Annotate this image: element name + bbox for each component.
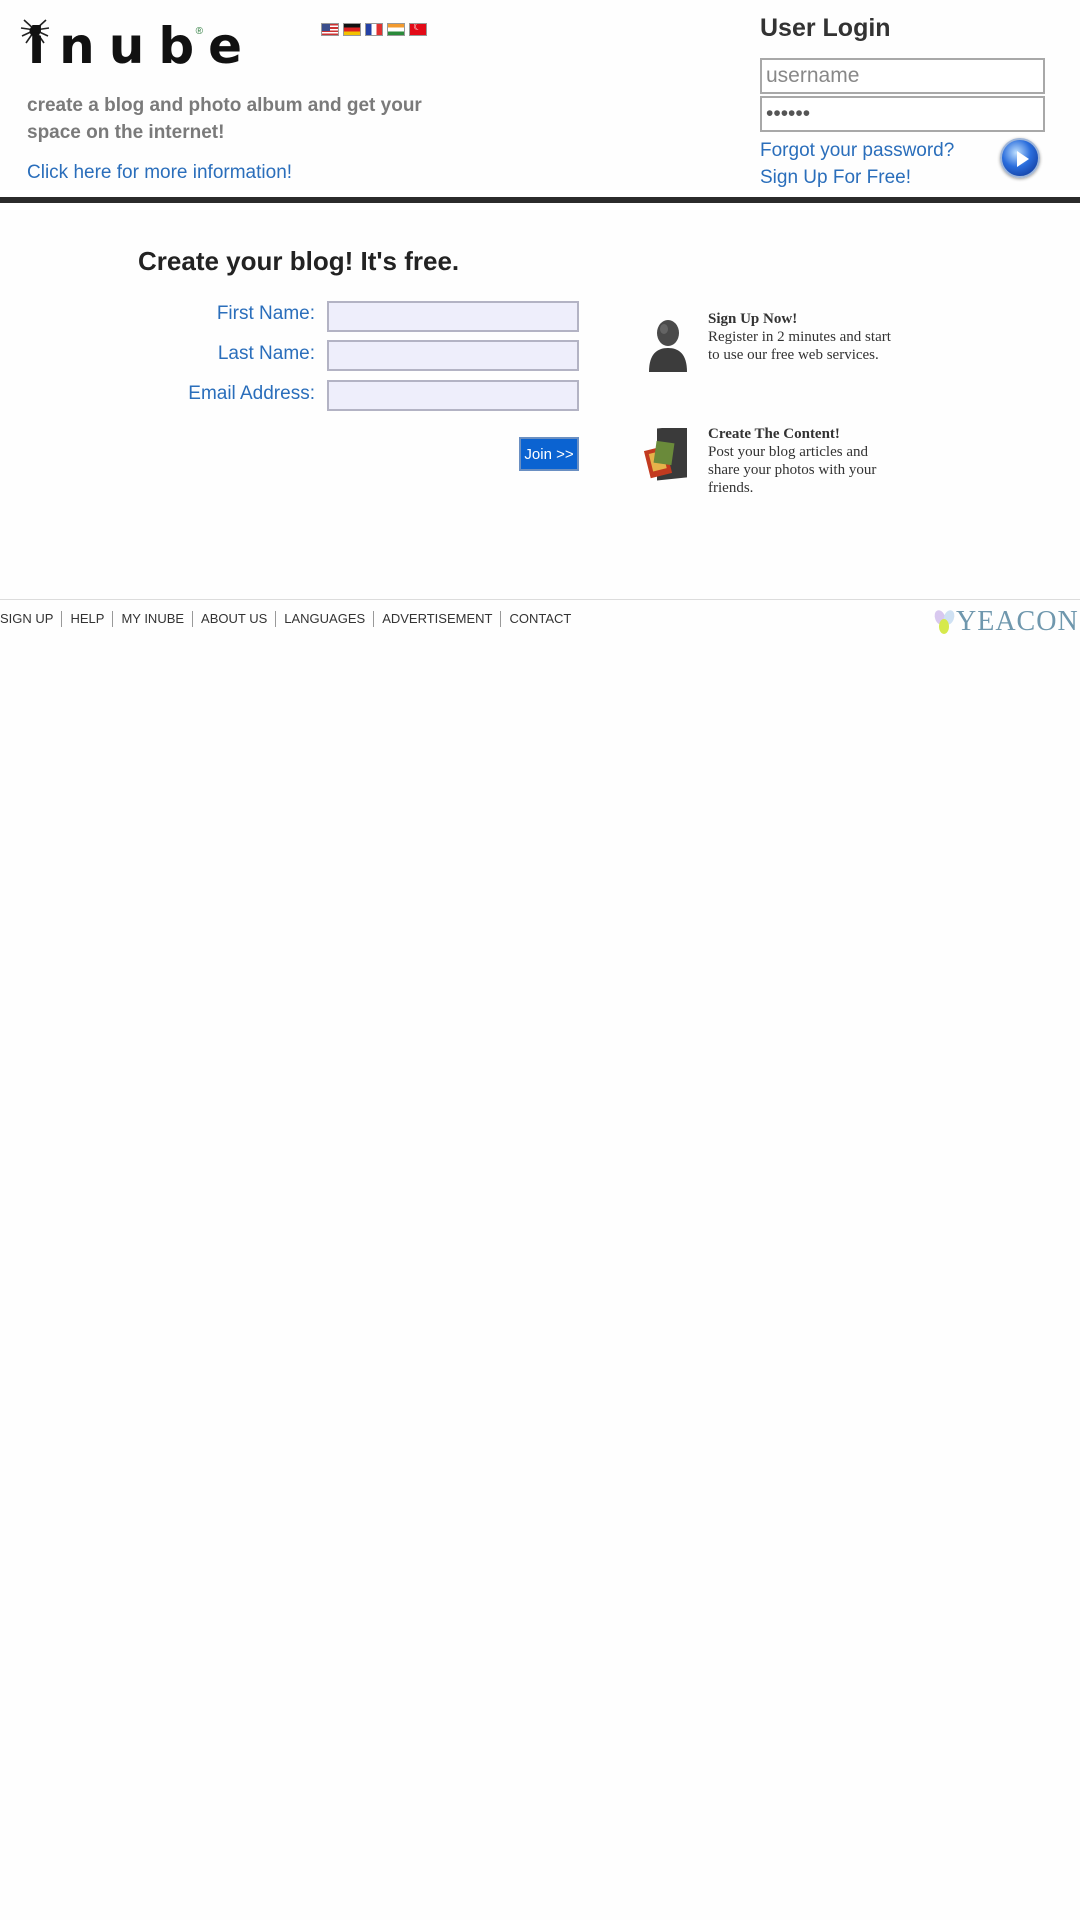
yeacon-text: YEACON — [956, 606, 1079, 637]
signup-free-link[interactable]: Sign Up For Free! — [760, 167, 911, 189]
flag-fr-icon[interactable] — [365, 23, 383, 36]
footer-link-advertisement[interactable]: ADVERTISEMENT — [373, 611, 500, 627]
username-input[interactable] — [760, 58, 1045, 94]
footer-divider — [0, 599, 1080, 600]
footer-link-help[interactable]: HELP — [61, 611, 112, 627]
footer-link-languages[interactable]: LANGUAGES — [275, 611, 373, 627]
login-submit-button[interactable] — [1000, 138, 1040, 178]
last-name-label: Last Name: — [217, 343, 315, 364]
feature-signup: Sign Up Now! Register in 2 minutes and s… — [708, 310, 893, 364]
footer-link-contact[interactable]: CONTACT — [500, 611, 579, 627]
footer-link-my-inube[interactable]: MY INUBE — [112, 611, 192, 627]
email-label: Email Address: — [188, 383, 315, 404]
feature-title: Create The Content! — [708, 426, 840, 442]
feature-content: Create The Content! Post your blog artic… — [708, 425, 893, 497]
first-name-input[interactable] — [327, 301, 579, 332]
first-name-label: First Name: — [216, 303, 315, 324]
language-selector — [321, 23, 427, 36]
forgot-password-link[interactable]: Forgot your password? — [760, 140, 954, 162]
signup-title: Create your blog! It's free. — [138, 246, 460, 276]
footer-nav: SIGN UP HELP MY INUBE ABOUT US LANGUAGES… — [0, 611, 579, 627]
header-divider — [0, 197, 1080, 203]
feature-description: Post your blog articles and share your p… — [708, 444, 877, 496]
site-logo[interactable]: inube ® — [18, 16, 242, 74]
tagline: create a blog and photo album and get yo… — [27, 95, 422, 143]
photo-album-icon — [643, 428, 687, 481]
flag-de-icon[interactable] — [343, 23, 361, 36]
flag-in-icon[interactable] — [387, 23, 405, 36]
feature-description: Register in 2 minutes and start to use o… — [708, 329, 891, 363]
last-name-input[interactable] — [327, 340, 579, 371]
yeacon-logo[interactable]: YEACON — [932, 606, 1079, 638]
flag-us-icon[interactable] — [321, 23, 339, 36]
email-input[interactable] — [327, 380, 579, 411]
registered-mark: ® — [195, 26, 203, 37]
flag-tr-icon[interactable] — [409, 23, 427, 36]
user-silhouette-icon — [649, 320, 687, 372]
join-button[interactable]: Join >> — [519, 437, 579, 471]
logo-text: inube — [28, 17, 257, 75]
footer-link-signup[interactable]: SIGN UP — [0, 611, 61, 627]
password-input[interactable] — [760, 96, 1045, 132]
footer-link-about-us[interactable]: ABOUT US — [192, 611, 275, 627]
login-title: User Login — [760, 14, 891, 42]
yeacon-mark-icon — [932, 608, 957, 634]
more-info-link[interactable]: Click here for more information! — [27, 162, 292, 184]
feature-title: Sign Up Now! — [708, 311, 798, 327]
